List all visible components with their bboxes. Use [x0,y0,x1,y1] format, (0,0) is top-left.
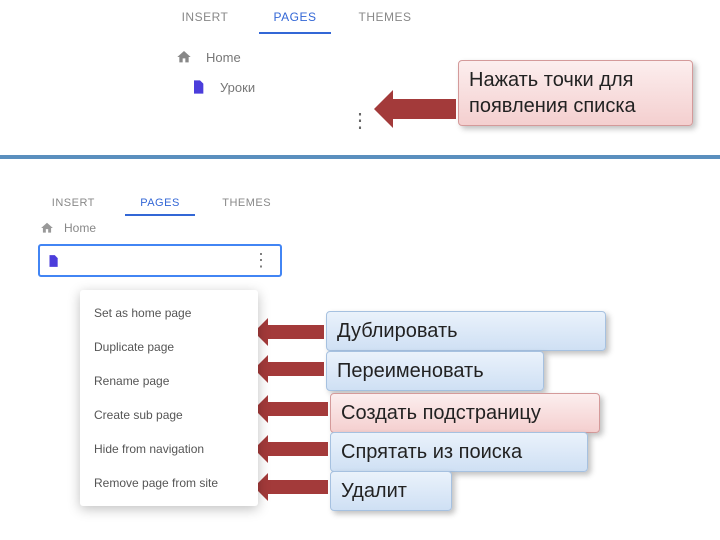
arrow-icon [268,442,328,456]
panel-bottom: INSERT PAGES THEMES Home ⋮ [30,190,290,281]
menu-duplicate[interactable]: Duplicate page [80,330,258,364]
page-row-selected[interactable]: ⋮ [38,244,282,277]
page-row-home[interactable]: Home [30,216,290,240]
tab-pages[interactable]: PAGES [117,190,204,216]
menu-rename[interactable]: Rename page [80,364,258,398]
tabs: INSERT PAGES THEMES [160,0,430,34]
page-label: Home [64,221,96,235]
arrow-icon [268,402,328,416]
menu-hide-nav[interactable]: Hide from navigation [80,432,258,466]
callout-create-sub: Создать подстраницу [330,393,600,433]
tab-insert[interactable]: INSERT [160,0,250,34]
page-label: Уроки [220,80,255,95]
tab-themes[interactable]: THEMES [203,190,290,216]
kebab-icon[interactable]: ⋮ [248,250,274,271]
arrow-icon [268,362,324,376]
callout-hide: Спрятать из поиска [330,432,588,472]
arrow-icon [268,480,328,494]
menu-remove[interactable]: Remove page from site [80,466,258,500]
context-menu: Set as home page Duplicate page Rename p… [80,290,258,506]
tab-insert[interactable]: INSERT [30,190,117,216]
callout-top: Нажать точки для появления списка [458,60,693,126]
menu-create-sub[interactable]: Create sub page [80,398,258,432]
kebab-icon[interactable]: ⋮ [350,108,370,133]
tabs: INSERT PAGES THEMES [30,190,290,216]
callout-duplicate: Дублировать [326,311,606,351]
page-row-home[interactable]: Home [160,42,430,72]
divider [0,155,720,159]
home-icon [176,49,192,65]
tab-themes[interactable]: THEMES [340,0,430,34]
home-icon [40,221,54,235]
menu-set-home[interactable]: Set as home page [80,296,258,330]
arrow-icon [388,99,456,119]
arrow-icon [268,325,324,339]
page-icon [46,254,60,268]
tab-pages[interactable]: PAGES [250,0,340,34]
callout-rename: Переименовать [326,351,544,391]
page-icon [190,79,206,95]
callout-remove: Удалит [330,471,452,511]
page-label: Home [206,50,241,65]
